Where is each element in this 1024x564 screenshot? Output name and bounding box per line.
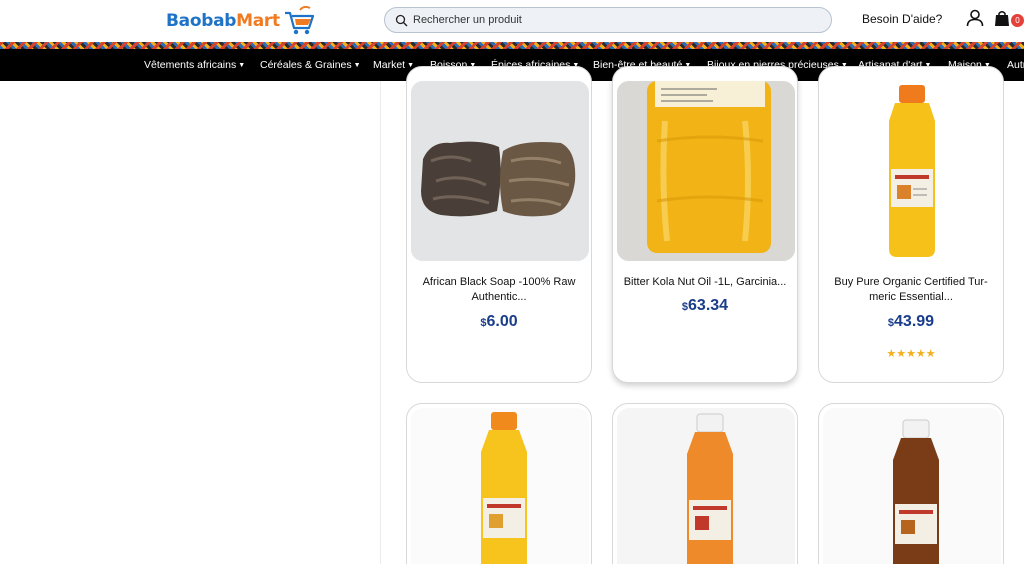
nav-item-vetements[interactable]: Vêtements africains ▼ xyxy=(144,49,245,81)
orange-oil-bottle-image xyxy=(617,408,795,564)
product-card[interactable]: Bitter Kola Nut Oil -1L, Garcinia... $63… xyxy=(612,66,798,383)
product-price: $43.99 xyxy=(887,313,935,330)
sidebar-divider xyxy=(380,81,381,564)
turmeric-oil-bottle-image xyxy=(823,81,1001,261)
search-bar[interactable] xyxy=(384,7,832,33)
decorative-pattern-stripe xyxy=(0,42,1024,49)
help-link[interactable]: Besoin D'aide? xyxy=(862,12,942,26)
product-image[interactable] xyxy=(411,81,589,261)
product-image[interactable] xyxy=(823,81,1001,261)
product-title[interactable]: Bitter Kola Nut Oil -1L, Garcinia... xyxy=(619,275,791,290)
product-image[interactable] xyxy=(823,408,1001,564)
site-header: BaobabMart Besoin D'aide? 0 xyxy=(0,0,1024,43)
product-image[interactable] xyxy=(617,408,795,564)
rating-stars: ★★★★★ xyxy=(886,347,936,360)
product-card[interactable] xyxy=(612,403,798,564)
product-card[interactable] xyxy=(818,403,1004,564)
chevron-down-icon: ▼ xyxy=(353,61,361,69)
oil-bottle-image xyxy=(617,81,795,261)
nav-item-autres[interactable]: Autr xyxy=(1007,49,1024,81)
product-price: $63.34 xyxy=(681,297,729,314)
product-image[interactable] xyxy=(411,408,589,564)
shopping-cart-icon xyxy=(284,5,314,35)
chevron-down-icon: ▼ xyxy=(238,61,246,69)
product-title[interactable]: Buy Pure Organic Certified Tur-meric Ess… xyxy=(825,275,997,305)
user-icon[interactable] xyxy=(966,9,984,27)
cart-count-badge: 0 xyxy=(1011,14,1024,27)
product-price: $6.00 xyxy=(480,313,518,330)
product-card[interactable] xyxy=(406,403,592,564)
search-icon xyxy=(395,14,408,27)
black-soap-image xyxy=(411,81,589,261)
nav-item-cereales[interactable]: Céréales & Graines ▼ xyxy=(260,49,361,81)
yellow-oil-bottle-image xyxy=(411,408,589,564)
product-card[interactable]: Buy Pure Organic Certified Tur-meric Ess… xyxy=(818,66,1004,383)
brown-oil-bottle-image xyxy=(823,408,1001,564)
product-card[interactable]: African Black Soap -100% Raw Authentic...… xyxy=(406,66,592,383)
search-input[interactable] xyxy=(413,14,793,26)
baobabmart-logo[interactable]: BaobabMart xyxy=(166,4,316,38)
shopping-bag-icon[interactable] xyxy=(994,10,1010,27)
product-image[interactable] xyxy=(617,81,795,261)
logo-text: BaobabMart xyxy=(166,11,280,31)
product-title[interactable]: African Black Soap -100% Raw Authentic... xyxy=(413,275,585,305)
